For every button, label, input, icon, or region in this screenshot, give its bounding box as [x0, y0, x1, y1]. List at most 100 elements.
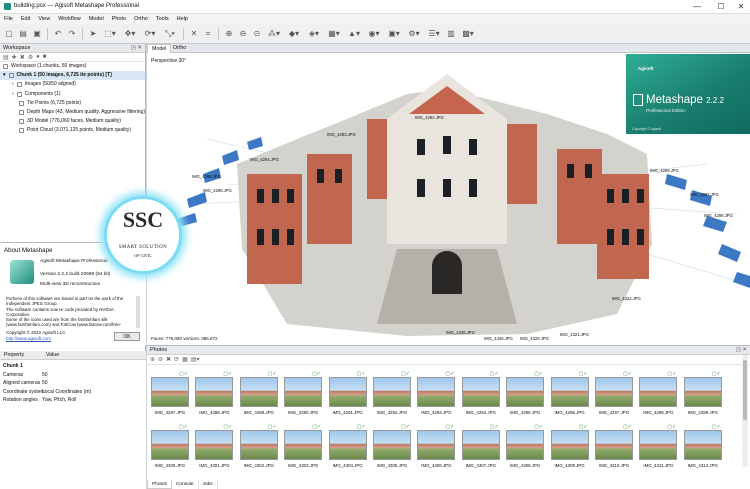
save-icon[interactable]: ▣ — [31, 28, 43, 40]
photo-thumbnail[interactable] — [328, 377, 367, 407]
model-icon[interactable]: ◆▾ — [285, 28, 303, 40]
photo-thumbnail[interactable] — [639, 430, 678, 460]
camera-label[interactable]: IMG_4322.JPG — [612, 296, 641, 301]
tab-ortho[interactable]: Ortho — [169, 44, 190, 53]
minimize-button[interactable]: — — [686, 1, 708, 13]
tree-3d-model[interactable]: 3D Model (776,060 faces, Medium quality) — [0, 117, 145, 126]
photo-thumbnail[interactable] — [461, 430, 500, 460]
remove-icon[interactable]: ✖ — [20, 54, 25, 61]
settings-icon[interactable]: ⚙▾ — [405, 28, 423, 40]
grid-icon[interactable]: ▦ — [182, 356, 188, 363]
camera-label[interactable]: IMG_4335.JPG — [446, 330, 475, 335]
photo-thumbnail[interactable] — [151, 377, 189, 407]
photo-thumbnail[interactable] — [284, 377, 323, 407]
open-folder-icon[interactable]: ▤ — [17, 28, 29, 40]
stop-icon[interactable]: ■ — [43, 54, 47, 60]
view-mode-icon[interactable]: ▤▾ — [191, 356, 200, 363]
zoom-in-icon[interactable]: ⊕ — [223, 28, 235, 40]
menu-ortho[interactable]: Ortho — [130, 14, 152, 24]
menu-edit[interactable]: Edit — [17, 14, 34, 24]
camera-label[interactable]: IMG_4321.JPG — [560, 332, 589, 337]
photo-thumbnail[interactable] — [595, 377, 633, 407]
zoom-in-icon[interactable]: ⊕ — [150, 356, 155, 363]
property-column-header[interactable]: Property — [0, 351, 42, 359]
tiled-icon[interactable]: ▦▾ — [325, 28, 343, 40]
tab-jobs[interactable]: Jobs — [199, 480, 218, 489]
delete-icon[interactable]: ✕ — [188, 28, 200, 40]
menu-view[interactable]: View — [34, 14, 54, 24]
photo-thumbnail[interactable] — [195, 430, 234, 460]
rotate-icon[interactable]: ⟳▾ — [141, 28, 159, 40]
menu-workflow[interactable]: Workflow — [54, 14, 85, 24]
camera-label[interactable]: IMG_4294.JPG — [250, 157, 279, 162]
zoom-out-icon[interactable]: ⊖ — [237, 28, 249, 40]
camera-label[interactable]: IMG_4295.JPG — [203, 188, 232, 193]
photo-thumbnail[interactable] — [683, 377, 722, 407]
move-icon[interactable]: ✥▾ — [121, 28, 139, 40]
record-icon[interactable]: ● — [36, 54, 40, 60]
photo-thumbnail[interactable] — [417, 377, 456, 407]
camera-label[interactable]: IMG_4296.JPG — [192, 174, 221, 179]
menu-photo[interactable]: Photo — [108, 14, 130, 24]
chart-icon[interactable]: ▥ — [445, 28, 457, 40]
property-row[interactable]: Rotation angles Yaw, Pitch, Roll — [0, 396, 146, 405]
expand-icon[interactable]: › — [12, 80, 14, 89]
camera-label[interactable]: IMG_4299.JPG — [650, 168, 679, 173]
tab-model[interactable]: Model — [147, 44, 172, 53]
property-row[interactable]: Coordinate system Local Coordinates (m) — [0, 388, 146, 397]
photos-scrollbar[interactable] — [742, 355, 748, 467]
expand-icon[interactable]: › — [12, 90, 14, 99]
camera-label[interactable]: IMG_4293.JPG — [327, 132, 356, 137]
remove-icon[interactable]: ✖ — [166, 356, 171, 363]
tree-root[interactable]: Workspace (1 chunks, 50 images) — [0, 62, 145, 71]
photo-thumbnail[interactable] — [550, 377, 589, 407]
camera-label[interactable]: IMG_4336.JPG — [484, 336, 513, 341]
camera-label[interactable]: IMG_4297.JPG — [690, 192, 719, 197]
close-icon[interactable]: ◳ ✕ — [736, 346, 747, 355]
agisoft-link[interactable]: http://www.agisoft.com — [6, 336, 67, 342]
texture-icon[interactable]: ◈▾ — [305, 28, 323, 40]
photo-thumbnail[interactable] — [550, 430, 589, 460]
add-photos-icon[interactable]: ✚ — [12, 54, 17, 61]
undo-icon[interactable]: ↶ — [52, 28, 64, 40]
image-icon[interactable]: ▩▾ — [459, 28, 477, 40]
navigation-icon[interactable]: ➤ — [87, 28, 99, 40]
tree-tie-points[interactable]: Tie Points (6,725 points) — [0, 99, 145, 108]
grid-icon[interactable]: ☰▾ — [425, 28, 443, 40]
rotate-icon[interactable]: ⟳ — [174, 356, 179, 363]
settings-icon[interactable]: ⚙ — [28, 54, 33, 61]
tree-images[interactable]: › Images (50/50 aligned) — [0, 80, 145, 89]
photo-thumbnail[interactable] — [151, 430, 189, 460]
tab-console[interactable]: Console — [172, 480, 199, 489]
photo-thumbnail[interactable] — [284, 430, 323, 460]
camera-icon[interactable]: ◉▾ — [365, 28, 383, 40]
close-button[interactable]: ✕ — [730, 1, 750, 13]
photo-thumbnail[interactable] — [417, 430, 456, 460]
photo-thumbnail[interactable] — [328, 430, 367, 460]
dem-icon[interactable]: ▲▾ — [345, 28, 363, 40]
value-column-header[interactable]: Value — [42, 351, 59, 359]
photo-icon[interactable]: ▣▾ — [385, 28, 403, 40]
collapse-icon[interactable]: ▾ — [3, 71, 6, 80]
license-scrollbar[interactable] — [136, 296, 140, 328]
new-file-icon[interactable]: ▢ — [3, 28, 15, 40]
rect-select-icon[interactable]: ⬚▾ — [101, 28, 119, 40]
property-row[interactable]: Cameras 50 — [0, 371, 146, 380]
photo-thumbnail[interactable] — [239, 377, 278, 407]
photo-thumbnail[interactable] — [506, 377, 545, 407]
camera-label[interactable]: IMG_4292.JPG — [415, 115, 444, 120]
photo-thumbnail[interactable] — [239, 430, 278, 460]
menu-help[interactable]: Help — [173, 14, 192, 24]
tree-components[interactable]: › Components (1) — [0, 90, 145, 99]
photo-thumbnail[interactable] — [595, 430, 633, 460]
menu-tools[interactable]: Tools — [152, 14, 173, 24]
tab-photos[interactable]: Photos — [147, 480, 172, 489]
property-row[interactable]: Aligned cameras 50 — [0, 379, 146, 388]
maximize-button[interactable]: ☐ — [710, 1, 732, 13]
photo-thumbnail[interactable] — [195, 377, 234, 407]
photo-thumbnail[interactable] — [461, 377, 500, 407]
add-chunk-icon[interactable]: ▤ — [3, 54, 9, 61]
photo-thumbnail[interactable] — [683, 430, 722, 460]
menu-model[interactable]: Model — [85, 14, 108, 24]
scale-icon[interactable]: ⤡▾ — [161, 28, 179, 40]
